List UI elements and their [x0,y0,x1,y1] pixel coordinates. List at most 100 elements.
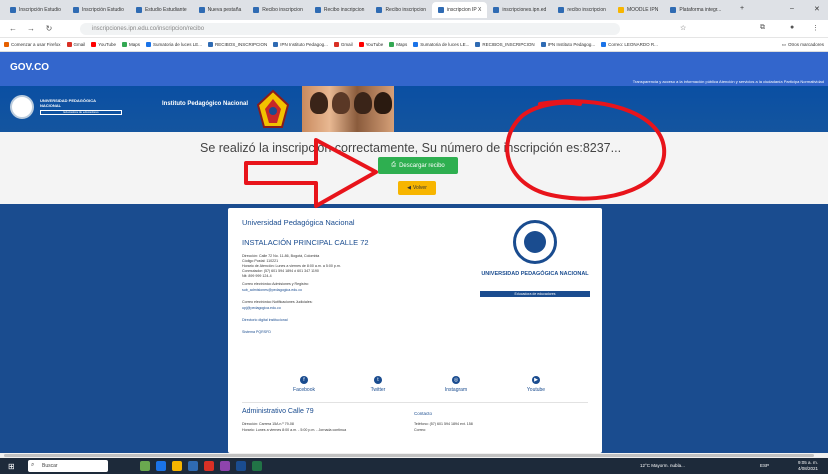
download-label: Descargar recibo [399,162,445,169]
minimize-icon[interactable]: – [790,5,794,12]
language-indicator[interactable]: ESP [760,463,769,468]
browser-tab[interactable]: Plataforma integr... [664,2,727,18]
bookmark-favicon-icon [389,42,395,47]
browser-tab[interactable]: inscripciones.ipn.ed [487,2,552,18]
app-icon[interactable] [220,461,230,471]
browser-tab[interactable]: Estudio Estudiante [130,2,193,18]
browser-tab[interactable]: recibo inscripcion [552,2,612,18]
other-bookmarks[interactable]: ▭ Otros marcadores [782,42,824,48]
chrome-icon[interactable] [204,461,214,471]
youtube-link[interactable]: ▶ Youtube [516,376,556,393]
student-figure [354,92,372,114]
browser-tab[interactable]: MOODLE IPN [612,2,664,18]
menu-icon[interactable]: ⋮ [812,24,819,32]
clock-date: 4/08/2021 [797,466,818,471]
student-figure [310,92,328,114]
bookmark-favicon-icon [540,42,546,47]
bookmark-favicon-icon [333,42,339,47]
bookmark-label: Gmail [340,42,353,47]
back-arrow-icon[interactable]: ← [8,24,18,33]
registration-message: Se realizó la inscripción correctamente,… [200,141,622,155]
extensions-icon[interactable]: ⧉ [760,24,765,32]
scrollbar-thumb[interactable] [4,454,814,457]
bookmark[interactable]: YouTube [358,42,383,47]
instagram-link[interactable]: ◎ Instagram [436,376,476,393]
bookmark-label: Sumatoria de luces LE... [153,42,203,47]
windows-taskbar: ⊞ Buscar ⌕ 12°C Mayorm. nubla... ESP 9:0… [0,458,828,474]
download-receipt-button[interactable]: ⎙ Descargar recibo [378,157,458,174]
windows-start-icon[interactable]: ⊞ [8,462,15,471]
admin-address: Dirección: Carrera 15A n.º 79-08 [242,422,294,426]
profile-icon[interactable]: ● [790,24,794,31]
bookmark-favicon-icon [121,42,127,47]
browser-tab[interactable]: Recibo inscripcion [309,2,371,18]
tab-favicon-icon [314,7,321,13]
bookmark[interactable]: RECIBOS_INSCRIPCION [208,42,267,47]
search-placeholder: Buscar [42,463,58,469]
bookmark[interactable]: Gmail [66,42,85,47]
facebook-icon: f [300,376,308,384]
gov-links[interactable]: Transparencia y acceso a la información … [633,79,824,84]
weather-widget[interactable]: 12°C Mayorm. nubla... [640,463,685,468]
directory-link[interactable]: Directorio digital institucional [242,318,288,322]
edge-icon[interactable] [156,461,166,471]
bookmark-favicon-icon [413,42,419,47]
bookmark[interactable]: Comenzar a usar Firefox [4,42,61,47]
bookmark[interactable]: RECIBOS_INSCRIPCION [475,42,535,47]
bookmark-label: Sumatoria de luces LE... [420,42,470,47]
browser-tab[interactable]: Recibo inscripcion [370,2,432,18]
bookmark[interactable]: Maps [389,42,407,47]
contact-phone: Teléfono: (57) 601 594 1894 ext. 158 [414,422,473,426]
task-view-icon[interactable] [140,461,150,471]
upn-logo-icon [513,220,557,264]
bookmark[interactable]: IPN Instituto Pedagog... [540,42,595,47]
university-banner: UNIVERSIDAD PEDAGÓGICA NACIONAL Educador… [0,86,828,132]
contact-title: Contacto [414,411,433,416]
social-label: Instagram [444,387,468,393]
store-icon[interactable] [188,461,198,471]
gov-header: GOV.CO Transparencia y acceso a la infor… [0,52,828,86]
reload-icon[interactable]: ↻ [44,24,54,33]
system-clock[interactable]: 9:05 a. m. 4/08/2021 [798,460,818,472]
bookmark-favicon-icon [475,42,481,47]
gov-logo-text: GOV.CO [10,62,50,73]
gov-logo[interactable]: GOV.CO [10,62,49,73]
bookmark[interactable]: Sumatoria de luces LE... [413,42,469,47]
university-logo-icon[interactable] [10,95,34,119]
twitter-link[interactable]: t Twitter [358,376,398,393]
admin-title: Administrativo Calle 79 [242,408,314,415]
bookmark[interactable]: YouTube [91,42,116,47]
browser-tab[interactable]: Inscripción Estudio [67,2,130,18]
forward-arrow-icon[interactable]: → [26,24,36,33]
tab-label: inscripcion IP X [447,7,482,13]
pqrsfd-link[interactable]: Sistema PQRSFD [242,330,271,334]
browser-tab[interactable]: Nueva pestaña [193,2,248,18]
back-button[interactable]: ◀ Volver [398,181,436,195]
word-icon[interactable] [236,461,246,471]
email-link[interactable]: sub_admisiones@pedagogica.edu.co [242,288,302,292]
notif-link[interactable]: upj@pedagogica.edu.co [242,306,281,310]
bookmark[interactable]: Correo: LEONARDO R... [601,42,658,47]
browser-tab-active[interactable]: inscripcion IP X [432,2,488,18]
facebook-link[interactable]: f Facebook [284,376,324,393]
browser-tab[interactable]: Recibo inscripcion [247,2,309,18]
address-bar: ← → ↻ inscripciones.ipn.edu.co/inscripci… [0,20,828,38]
bookmark-favicon-icon [146,42,151,47]
bookmark[interactable]: Sumatoria de luces LE... [146,42,202,47]
university-tagline: Educadora de educadores [40,110,122,115]
star-icon[interactable]: ☆ [680,24,686,32]
bookmarks-bar: Comenzar a usar Firefox Gmail YouTube Ma… [0,38,828,52]
url-field[interactable]: inscripciones.ipn.edu.co/inscripcion/rec… [80,23,620,35]
bookmark[interactable]: Gmail [333,42,353,47]
file-explorer-icon[interactable] [172,461,182,471]
close-window-icon[interactable]: ✕ [814,5,820,13]
browser-tab[interactable]: Inscripción Estudio [4,2,67,18]
bookmark[interactable]: IPN Instituto Pedagog... [273,42,328,47]
new-tab-icon[interactable]: + [740,5,744,12]
excel-icon[interactable] [252,461,262,471]
gov-links-text: Transparencia y acceso a la información … [632,79,824,84]
bookmark-favicon-icon [601,42,607,47]
bookmark[interactable]: Maps [121,42,140,47]
logo-university-name: UNIVERSIDAD PEDAGÓGICA NACIONAL [481,271,589,277]
taskbar-search[interactable]: Buscar [28,460,108,472]
